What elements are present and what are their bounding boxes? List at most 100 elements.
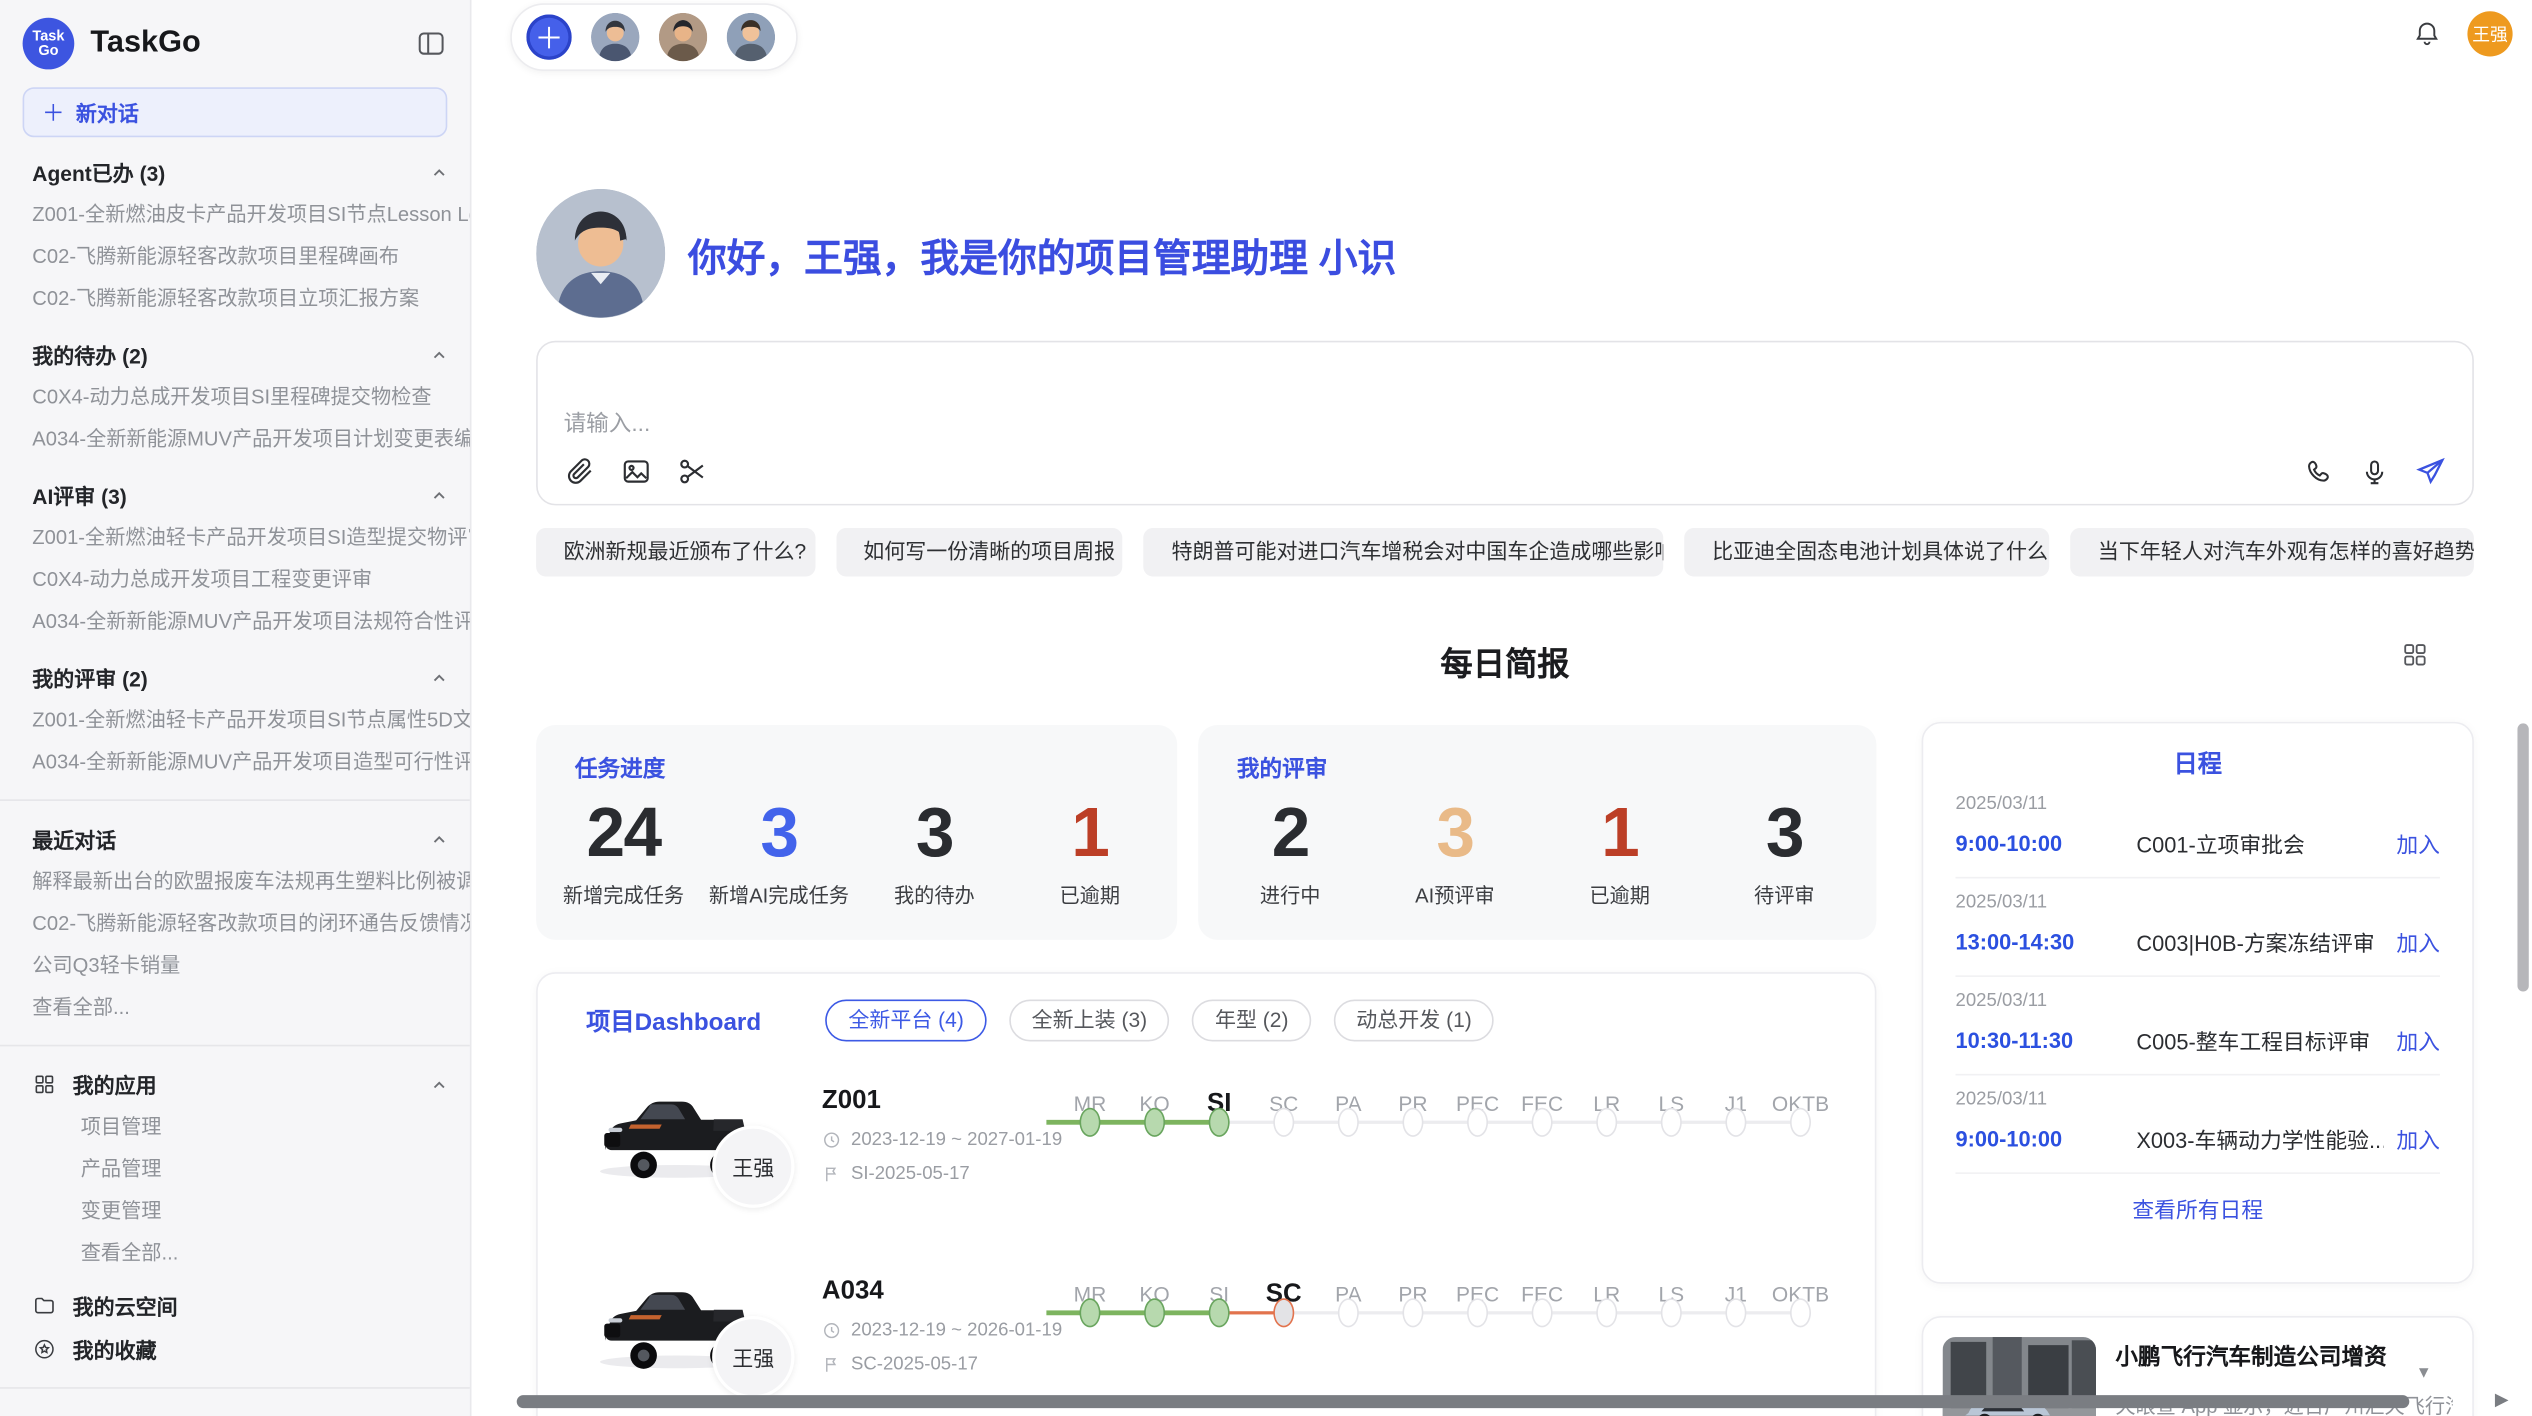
- chevron-up-icon[interactable]: [428, 828, 451, 851]
- phone-icon[interactable]: [2304, 456, 2335, 487]
- plus-icon: ＋: [42, 96, 65, 128]
- section-title: AI评审 (3): [32, 480, 126, 511]
- sidebar-item-change-mgmt[interactable]: 变更管理: [0, 1190, 470, 1232]
- agent-avatar-2[interactable]: [659, 13, 707, 61]
- right-column: 日程 2025/03/11 9:00-10:00 C001-立项审批会 加入 2…: [1922, 722, 2474, 1416]
- user-avatar[interactable]: 王强: [2467, 11, 2512, 56]
- topbar: ＋ 王强: [472, 0, 2532, 71]
- stat-value: 3: [1373, 791, 1538, 875]
- view-all-link[interactable]: 查看全部...: [0, 987, 470, 1029]
- clock-icon: [822, 1321, 841, 1340]
- view-all-schedule-link[interactable]: 查看所有日程: [1956, 1174, 2440, 1243]
- new-chat-button[interactable]: ＋ 新对话: [23, 87, 448, 137]
- list-item[interactable]: 公司Q3轻卡销量: [0, 945, 470, 987]
- vertical-scrollbar[interactable]: [2517, 723, 2528, 991]
- join-link[interactable]: 加入: [2396, 1122, 2440, 1154]
- list-item[interactable]: A034-全新新能源MUV产品开发项目造型可行性评审: [0, 741, 470, 783]
- join-link[interactable]: 加入: [2396, 827, 2440, 859]
- milestone-node: [1338, 1298, 1359, 1327]
- list-item[interactable]: C0X4-动力总成开发项目工程变更评审: [0, 559, 470, 601]
- chevron-up-icon[interactable]: [428, 484, 451, 507]
- attachment-icon[interactable]: [564, 455, 596, 487]
- stat-value: 24: [546, 791, 701, 875]
- filter-pill[interactable]: 年型 (2): [1192, 1000, 1311, 1042]
- image-icon[interactable]: [620, 455, 652, 487]
- stat-cell: 3 我的待办: [857, 791, 1012, 909]
- suggestion-chip[interactable]: 欧洲新规最近颁布了什么?: [536, 528, 815, 576]
- milestone: FEC: [1510, 1087, 1575, 1123]
- milestone: SI: [1187, 1087, 1252, 1123]
- section-my-todo[interactable]: 我的待办 (2): [0, 333, 470, 377]
- section-ai-review[interactable]: AI评审 (3): [0, 473, 470, 517]
- suggestion-chip[interactable]: 如何写一份清晰的项目周报: [836, 528, 1123, 576]
- join-link[interactable]: 加入: [2396, 925, 2440, 957]
- agent-avatar-1[interactable]: [591, 13, 639, 61]
- stat-value: 1: [1012, 791, 1167, 875]
- scissors-icon[interactable]: [677, 455, 709, 487]
- sidebar-item-label: 我的云空间: [73, 1290, 178, 1321]
- event-time: 13:00-14:30: [1956, 929, 2137, 953]
- sidebar-item-cloud-space[interactable]: 我的云空间: [0, 1284, 470, 1328]
- stat-cell: 3 待评审: [1702, 791, 1867, 909]
- scroll-down-arrow-icon[interactable]: ▼: [2416, 1365, 2432, 1383]
- milestone: LR: [1574, 1087, 1639, 1123]
- app-window: Task Go TaskGo ＋ 新对话 Agent已办 (3) Z001-全新…: [0, 0, 2532, 1416]
- chevron-up-icon[interactable]: [428, 1073, 451, 1096]
- filter-pill[interactable]: 全新上装 (3): [1009, 1000, 1170, 1042]
- daily-brief-title: 每日简报: [536, 638, 2474, 685]
- milestone-node: [1532, 1298, 1553, 1327]
- suggestion-chip[interactable]: 特朗普可能对进口汽车增税会对中国车企造成哪些影响: [1144, 528, 1664, 576]
- milestone-node: [1661, 1108, 1682, 1137]
- sidebar-item-favorites[interactable]: 我的收藏: [0, 1327, 470, 1371]
- list-item[interactable]: Z001-全新燃油轻卡产品开发项目SI造型提交物评审: [0, 517, 470, 559]
- chevron-up-icon[interactable]: [428, 666, 451, 689]
- agent-avatar-3[interactable]: [727, 13, 775, 61]
- chevron-up-icon[interactable]: [428, 161, 451, 184]
- list-item[interactable]: C02-飞腾新能源轻客改款项目立项汇报方案: [0, 278, 470, 320]
- list-item[interactable]: Z001-全新燃油皮卡产品开发项目SI节点Lesson Learn报告: [0, 194, 470, 236]
- event-date: 2025/03/11: [1956, 893, 2440, 912]
- chevron-up-icon[interactable]: [428, 343, 451, 366]
- list-item[interactable]: A034-全新新能源MUV产品开发项目计划变更表编写: [0, 418, 470, 460]
- daily-brief-header: 每日简报: [536, 638, 2474, 683]
- card-title: 任务进度: [546, 752, 1168, 784]
- stat-cell: 1 已逾期: [1012, 791, 1167, 909]
- sidebar-item-project-mgmt[interactable]: 项目管理: [0, 1106, 470, 1148]
- list-item[interactable]: C0X4-动力总成开发项目SI里程碑提交物检查: [0, 376, 470, 418]
- list-item[interactable]: A034-全新新能源MUV产品开发项目法规符合性评审: [0, 601, 470, 643]
- add-agent-button[interactable]: ＋: [526, 15, 571, 60]
- microphone-icon[interactable]: [2359, 456, 2390, 487]
- project-info: Z001 2023-12-19 ~ 2027-01-19 SI-2025-05-…: [822, 1087, 1064, 1184]
- filter-pill[interactable]: 全新平台 (4): [826, 1000, 987, 1042]
- list-item[interactable]: Z001-全新燃油轻卡产品开发项目SI节点属性5D文件评审: [0, 699, 470, 741]
- scroll-right-arrow-icon[interactable]: ▶: [2495, 1389, 2509, 1410]
- list-item[interactable]: C02-飞腾新能源轻客改款项目里程碑画布: [0, 236, 470, 278]
- milestone: SC: [1251, 1087, 1316, 1123]
- suggestion-chip[interactable]: 当下年轻人对汽车外观有怎样的喜好趋势: [2070, 528, 2473, 576]
- list-item[interactable]: 解释最新出台的欧盟报废车法规再生塑料比例被调至15%...: [0, 861, 470, 903]
- chat-input[interactable]: 请输入...: [536, 341, 2474, 506]
- suggestion-chip[interactable]: 比亚迪全固态电池计划具体说了什么: [1685, 528, 2050, 576]
- view-all-link[interactable]: 查看全部...: [0, 1232, 470, 1274]
- sidebar-collapse-icon[interactable]: [415, 27, 447, 59]
- join-link[interactable]: 加入: [2396, 1024, 2440, 1056]
- section-title: 我的评审 (2): [32, 662, 147, 693]
- layout-grid-icon[interactable]: [2401, 641, 2428, 668]
- list-item[interactable]: C02-飞腾新能源轻客改款项目的闭环通告反馈情况: [0, 903, 470, 945]
- milestone: MR: [1058, 1087, 1123, 1123]
- project-info: A034 2023-12-19 ~ 2026-01-19 SC-2025-05-…: [822, 1277, 1064, 1374]
- send-icon[interactable]: [2414, 455, 2446, 487]
- sidebar-item-my-apps[interactable]: 我的应用: [0, 1063, 470, 1107]
- greeting-row: 你好，王强，我是你的项目管理助理 小识: [536, 189, 2474, 318]
- sidebar-item-product-mgmt[interactable]: 产品管理: [0, 1148, 470, 1190]
- sidebar-item-ai-super-staff[interactable]: AI超级员工: [0, 1405, 470, 1416]
- horizontal-scrollbar[interactable]: [517, 1395, 2410, 1408]
- filter-pill[interactable]: 动总开发 (1): [1334, 1000, 1495, 1042]
- folder-icon: [32, 1293, 56, 1317]
- section-my-review[interactable]: 我的评审 (2): [0, 656, 470, 700]
- section-agent-done[interactable]: Agent已办 (3): [0, 150, 470, 194]
- notification-bell-icon[interactable]: [2413, 19, 2442, 48]
- section-recent-chats[interactable]: 最近对话: [0, 817, 470, 861]
- project-row[interactable]: 王强 Z001 2023-12-19 ~ 2027-01-19 SI-2025-…: [586, 1077, 1829, 1232]
- project-row[interactable]: 王强 A034 2023-12-19 ~ 2026-01-19 SC-2025-…: [586, 1268, 1829, 1416]
